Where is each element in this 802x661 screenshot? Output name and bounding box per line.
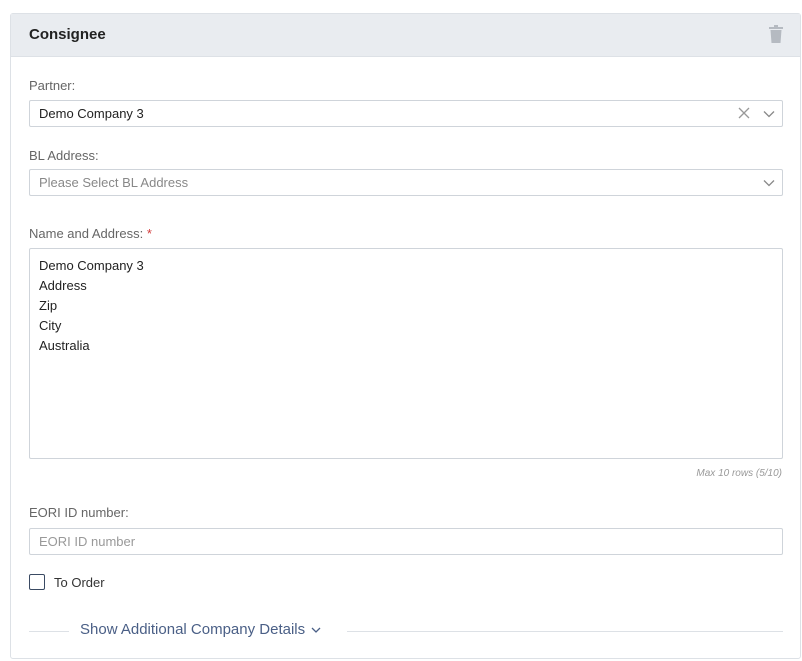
panel-title: Consignee xyxy=(29,26,106,43)
address-line: Demo Company 3 xyxy=(39,258,144,273)
bl-address-label: BL Address: xyxy=(29,148,99,163)
address-line: Zip xyxy=(39,298,58,313)
show-more-toggle[interactable]: Show Additional Company Details xyxy=(80,621,321,638)
divider-right xyxy=(347,631,783,632)
bl-address-placeholder: Please Select BL Address xyxy=(39,175,189,190)
divider-left xyxy=(29,631,69,632)
address-line: Address xyxy=(39,278,87,293)
show-more-row: Show Additional Company Details xyxy=(29,620,783,642)
consignee-panel: Consignee Partner: Demo Company 3 BL Add… xyxy=(10,13,801,659)
show-more-label: Show Additional Company Details xyxy=(80,621,306,638)
name-address-textarea[interactable]: Demo Company 3 Address Zip City Australi… xyxy=(29,248,783,459)
eori-label: EORI ID number: xyxy=(29,505,129,520)
chevron-down-icon[interactable] xyxy=(763,108,775,120)
trash-icon[interactable] xyxy=(769,25,783,43)
eori-input[interactable] xyxy=(39,529,773,554)
partner-label: Partner: xyxy=(29,78,76,93)
clear-icon[interactable] xyxy=(738,106,750,120)
name-address-label: Name and Address: * xyxy=(29,226,152,241)
panel-header: Consignee xyxy=(11,14,800,57)
rows-hint: Max 10 rows (5/10) xyxy=(696,468,782,479)
chevron-down-icon xyxy=(311,627,321,633)
chevron-down-icon[interactable] xyxy=(763,177,775,189)
address-line: City xyxy=(39,318,62,333)
bl-address-select[interactable]: Please Select BL Address xyxy=(29,169,783,196)
eori-field[interactable] xyxy=(29,528,783,555)
to-order-checkbox[interactable] xyxy=(29,574,45,590)
name-address-label-text: Name and Address: xyxy=(29,226,144,241)
partner-value: Demo Company 3 xyxy=(39,106,144,121)
address-line: Australia xyxy=(39,338,90,353)
to-order-label[interactable]: To Order xyxy=(54,575,105,590)
partner-select[interactable]: Demo Company 3 xyxy=(29,100,783,127)
required-mark: * xyxy=(146,226,152,241)
